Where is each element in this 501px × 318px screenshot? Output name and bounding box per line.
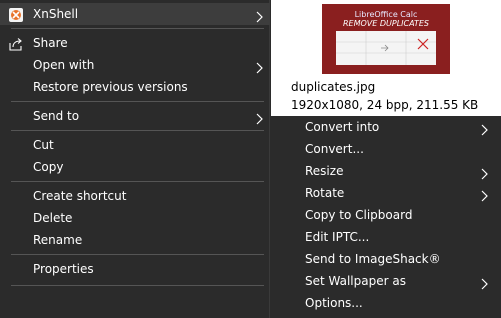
preview-file-info: 1920x1080, 24 bpp, 211.55 KB [291, 98, 479, 112]
submenu-item-resize[interactable]: Resize [271, 160, 501, 182]
submenu-item-label: Edit IPTC... [305, 230, 370, 244]
menu-item-label: Create shortcut [33, 189, 127, 203]
chevron-right-icon [254, 8, 264, 23]
menu-item-restore-previous-versions[interactable]: Restore previous versions [0, 76, 270, 98]
submenu-item-label: Options... [305, 296, 363, 310]
menu-item-send-to[interactable]: Send to [0, 105, 270, 127]
submenu-item-rotate[interactable]: Rotate [271, 182, 501, 204]
separator [11, 254, 264, 255]
chevron-right-icon [479, 165, 489, 180]
menu-item-label: XnShell [33, 7, 79, 21]
separator [11, 28, 264, 29]
submenu-item-send-to-imageshack[interactable]: Send to ImageShack® [271, 248, 501, 270]
menu-item-label: Copy [33, 160, 64, 174]
xnshell-submenu: Convert into Convert... Resize Rotate Co… [271, 116, 501, 318]
menu-item-delete[interactable]: Delete [0, 207, 270, 229]
menu-item-rename[interactable]: Rename [0, 229, 270, 251]
chevron-right-icon [479, 121, 489, 136]
chevron-right-icon [479, 187, 489, 202]
share-icon [9, 36, 23, 51]
submenu-item-label: Resize [305, 164, 344, 178]
menu-item-copy[interactable]: Copy [0, 156, 270, 178]
preview-file-name: duplicates.jpg [291, 80, 376, 94]
menu-item-label: Properties [33, 262, 94, 276]
chevron-right-icon [479, 275, 489, 290]
separator [11, 130, 264, 131]
menu-item-open-with[interactable]: Open with [0, 54, 270, 76]
submenu-item-label: Convert... [305, 142, 364, 156]
separator [11, 181, 264, 182]
submenu-item-copy-to-clipboard[interactable]: Copy to Clipboard [271, 204, 501, 226]
submenu-item-label: Rotate [305, 186, 345, 200]
menu-item-label: Cut [33, 138, 54, 152]
menu-item-label: Delete [33, 211, 73, 225]
separator [11, 285, 264, 286]
menu-item-properties[interactable]: Properties [0, 258, 270, 280]
chevron-right-icon [254, 110, 264, 125]
submenu-item-convert[interactable]: Convert... [271, 138, 501, 160]
menu-item-cut[interactable]: Cut [0, 134, 270, 156]
xnshell-icon [9, 7, 23, 22]
chevron-right-icon [254, 59, 264, 74]
menu-item-label: Send to [33, 109, 80, 123]
menu-item-label: Restore previous versions [33, 80, 188, 94]
submenu-item-label: Convert into [305, 120, 380, 134]
menu-item-label: Open with [33, 58, 95, 72]
thumbnail-title: LibreOffice Calc [354, 10, 418, 19]
submenu-item-label: Set Wallpaper as [305, 274, 406, 288]
submenu-item-set-wallpaper-as[interactable]: Set Wallpaper as [271, 270, 501, 292]
separator [11, 101, 264, 102]
menu-item-share[interactable]: Share [0, 32, 270, 54]
submenu-item-options[interactable]: Options... [271, 292, 501, 314]
menu-item-label: Share [33, 36, 68, 50]
context-menu: XnShell Share Open with Restore previous… [0, 0, 270, 318]
submenu-item-label: Send to ImageShack® [305, 252, 441, 266]
thumbnail-sheet-graphic [336, 31, 436, 65]
submenu-item-edit-iptc[interactable]: Edit IPTC... [271, 226, 501, 248]
image-thumbnail: LibreOffice Calc REMOVE DUPLICATES [322, 4, 450, 74]
menu-item-label: Rename [33, 233, 83, 247]
submenu-item-label: Copy to Clipboard [305, 208, 413, 222]
menu-item-create-shortcut[interactable]: Create shortcut [0, 185, 270, 207]
menu-item-xnshell[interactable]: XnShell [0, 3, 270, 25]
thumbnail-subtitle: REMOVE DUPLICATES [342, 19, 430, 28]
image-preview-panel: LibreOffice Calc REMOVE DUPLICATES dupli… [271, 0, 501, 116]
submenu-item-convert-into[interactable]: Convert into [271, 116, 501, 138]
